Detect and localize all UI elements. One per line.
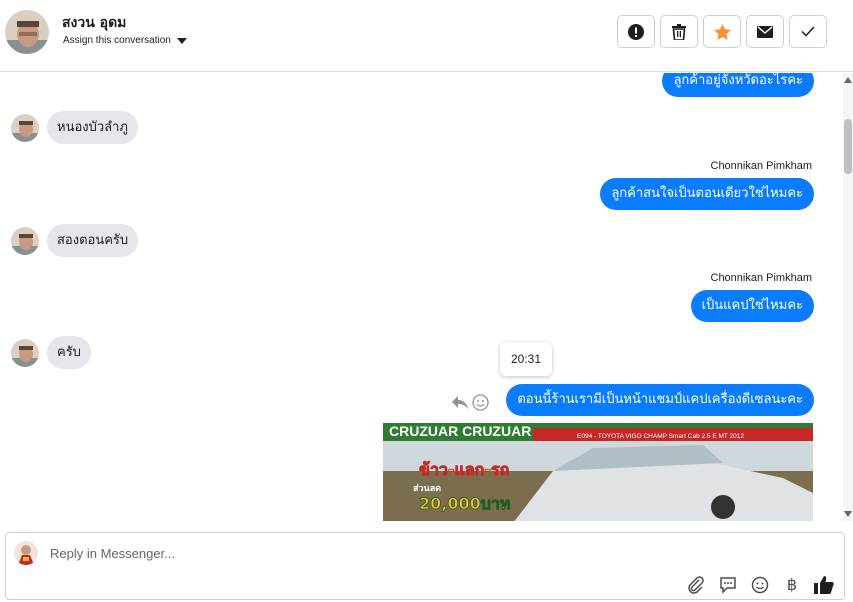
scroll-up-arrow[interactable] [844,77,852,83]
star-button[interactable] [703,15,741,48]
outgoing-message[interactable]: ตอนนี้ร้านเรามีเป็นหน้าแชมป์แคปเครื่องดี… [506,384,814,416]
reply-input[interactable] [50,542,650,564]
mark-unread-button[interactable] [746,15,784,48]
outgoing-message[interactable]: ลูกค้าสนใจเป็นตอนเดียวใช่ไหมคะ [600,178,814,210]
mark-done-button[interactable] [789,15,827,48]
incoming-message[interactable]: ครับ [47,336,91,369]
image-promo-headline: ข้าว-แลก-รถ [419,460,509,479]
spam-button[interactable] [617,15,655,48]
scrollbar-thumb[interactable] [844,119,852,174]
contact-name: สงวน อุดม [62,15,127,31]
thumbs-up-icon[interactable] [814,575,834,595]
reply-composer: ฿ [5,532,845,600]
outgoing-message[interactable]: ลูกค้าอยู่จังหวัดอะไรคะ [662,73,814,97]
assign-label: Assign this conversation [63,35,171,46]
message-thread[interactable]: ลูกค้าอยู่จังหวัดอะไรคะ หนองบัวลำภู Chon… [0,73,843,521]
saved-reply-icon[interactable] [718,575,738,595]
check-icon [801,26,815,37]
composer-toolbar: ฿ [686,575,834,595]
caret-down-icon [176,37,187,44]
sender-name: Chonnikan Pimkham [710,272,813,284]
image-spec-text: E094 - TOYOTA VIGO CHAMP Smart Cab 2.5 E… [577,433,744,440]
incoming-message-row: ครับ [11,336,91,369]
page-avatar [14,541,38,565]
message-image-attachment[interactable]: CRUZUAR CRUZUAR E094 - TOYOTA VIGO CHAMP… [383,423,813,521]
reply-icon[interactable] [452,395,468,410]
emoji-reaction-icon[interactable] [472,394,489,411]
sender-avatar[interactable] [11,226,39,255]
trash-icon [672,23,686,40]
delete-button[interactable] [660,15,698,48]
timestamp-tooltip: 20:31 [500,342,552,376]
image-banner-text: CRUZUAR CRUZUAR [389,423,531,439]
message-hover-actions [452,394,489,411]
outgoing-message[interactable]: เป็นแคปใช่ไหมคะ [690,290,814,322]
incoming-message[interactable]: หนองบัวลำภู [47,111,138,144]
conversation-header: สงวน อุดม Assign this conversation [0,0,853,72]
incoming-message-row: สองตอนครับ [11,224,139,257]
contact-avatar[interactable] [5,10,49,54]
thread-scrollbar[interactable] [843,73,853,521]
star-icon [713,23,731,40]
image-promo-label: ส่วนลด [413,483,441,494]
sender-avatar[interactable] [11,338,39,367]
sender-avatar[interactable] [11,113,39,142]
conversation-actions [617,15,827,48]
image-promo-amount: 20,000บาท [419,494,510,513]
incoming-message[interactable]: สองตอนครับ [47,224,139,257]
envelope-icon [757,25,773,38]
emoji-icon[interactable] [750,575,770,595]
scroll-down-arrow[interactable] [844,511,852,517]
sender-name: Chonnikan Pimkham [710,160,813,172]
exclamation-icon [628,23,644,40]
attach-icon[interactable] [686,575,706,595]
incoming-message-row: หนองบัวลำภู [11,111,138,144]
baht-icon[interactable]: ฿ [782,575,802,595]
assign-conversation-dropdown[interactable]: Assign this conversation [63,35,187,46]
